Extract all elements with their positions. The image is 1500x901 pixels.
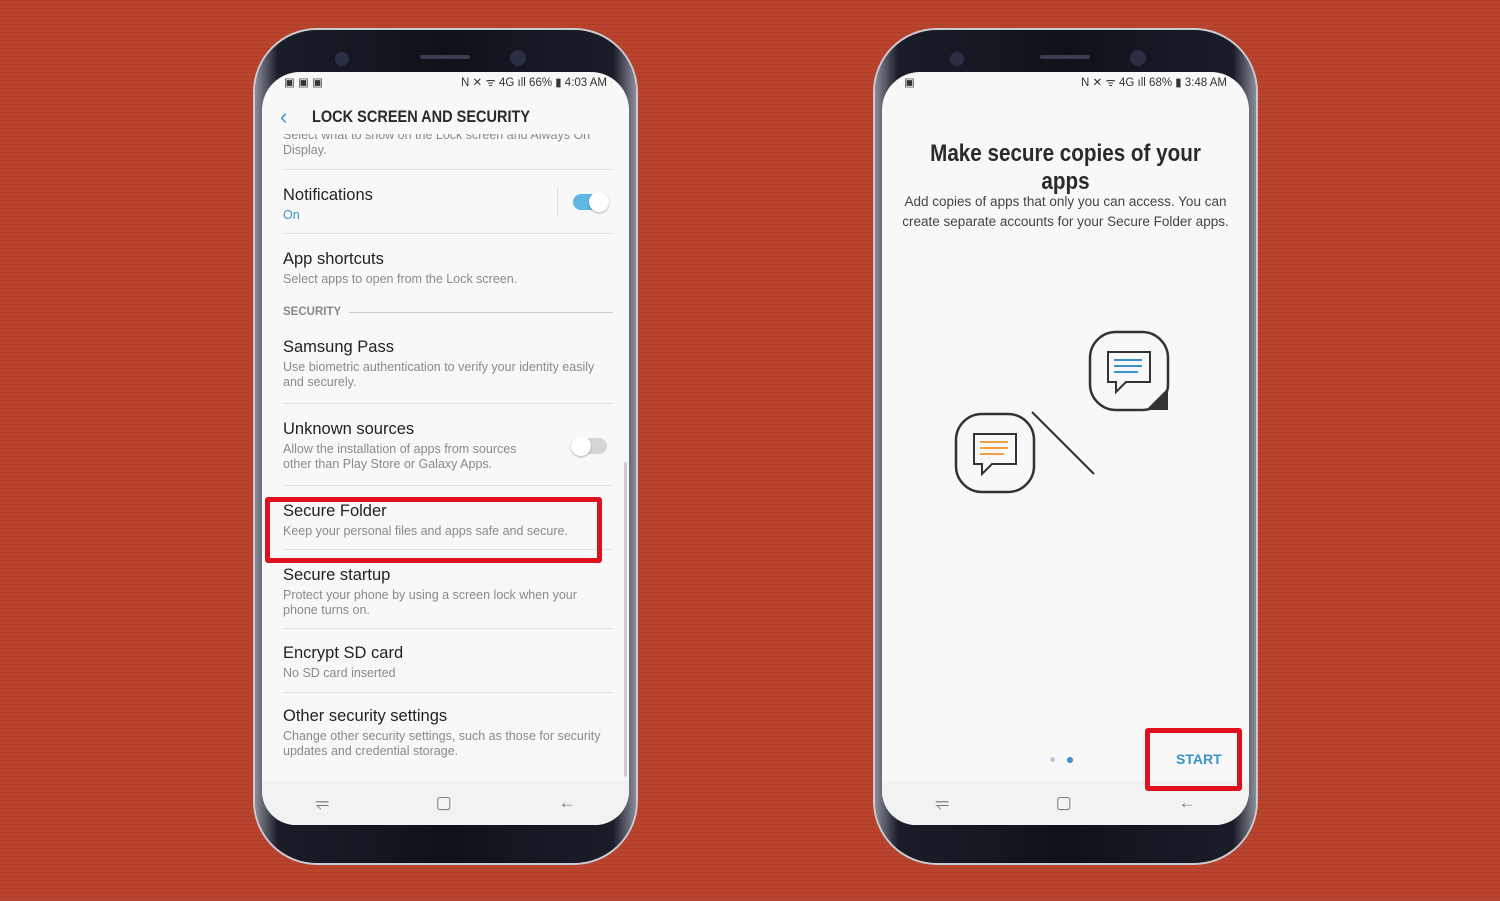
signal-icons: N ✕ ᯤ 4G ıll [460, 76, 530, 89]
left-phone: ▣ ▣ ▣ N ✕ ᯤ 4G ıll 66% ▮ 4:03 AM ‹ LOCK … [255, 30, 636, 863]
back-icon[interactable]: ← [559, 793, 576, 813]
battery-level: 68% [1149, 76, 1173, 89]
home-icon[interactable]: ▢ [436, 793, 452, 813]
item-subtitle: No SD card inserted [283, 666, 396, 680]
app-shortcuts-item[interactable]: App shortcuts Select apps to open from t… [283, 234, 613, 300]
page-title: LOCK SCREEN AND SECURITY [312, 107, 531, 126]
unknown-sources-toggle[interactable] [571, 436, 607, 456]
recents-icon[interactable]: ⥫ [935, 793, 949, 813]
samsung-pass-item[interactable]: Samsung Pass Use biometric authenticatio… [283, 324, 613, 404]
item-title: Other security settings [283, 707, 448, 725]
secure-folder-intro-screen: ▣ N ✕ ᯤ 4G ıll 68% ▮ 3:48 AM Make secure… [882, 72, 1249, 825]
page-indicator [1050, 757, 1073, 763]
item-subtitle: On [283, 208, 300, 222]
item-title: Samsung Pass [283, 338, 394, 356]
status-bar: ▣ N ✕ ᯤ 4G ıll 68% ▮ 3:48 AM [904, 76, 1227, 90]
nav-bar: ⥫ ▢ ← [262, 781, 629, 825]
home-icon[interactable]: ▢ [1056, 793, 1072, 813]
item-title: Encrypt SD card [283, 644, 404, 662]
status-bar: ▣ ▣ ▣ N ✕ ᯤ 4G ıll 66% ▮ 4:03 AM [284, 76, 607, 90]
clock: 3:48 AM [1184, 76, 1227, 89]
back-arrow-icon[interactable]: ‹ [280, 104, 312, 130]
other-security-item[interactable]: Other security settings Change other sec… [283, 693, 613, 773]
item-title: Notifications [283, 186, 373, 204]
highlight-box [1145, 728, 1242, 791]
item-subtitle: Change other security settings, such as … [283, 729, 601, 758]
unknown-sources-item[interactable]: Unknown sources Allow the installation o… [283, 404, 613, 486]
item-title: App shortcuts [283, 250, 384, 268]
item-subtitle: Select apps to open from the Lock screen… [283, 272, 518, 286]
recents-icon[interactable]: ⥫ [315, 793, 329, 813]
settings-screen: ▣ ▣ ▣ N ✕ ᯤ 4G ıll 66% ▮ 4:03 AM ‹ LOCK … [262, 72, 629, 825]
notifications-toggle[interactable] [573, 192, 609, 212]
right-phone: ▣ N ✕ ᯤ 4G ıll 68% ▮ 3:48 AM Make secure… [875, 30, 1256, 863]
back-icon[interactable]: ← [1179, 793, 1196, 813]
item-title: Unknown sources [283, 420, 415, 438]
notification-icons: ▣ [904, 77, 915, 89]
item-subtitle: Select what to show on the Lock screen a… [283, 134, 591, 157]
notification-icons: ▣ ▣ ▣ [284, 77, 323, 89]
item-subtitle: Use biometric authentication to verify y… [283, 360, 595, 389]
scrollbar[interactable] [624, 462, 627, 777]
clock: 4:03 AM [564, 76, 607, 89]
encrypt-sd-item[interactable]: Encrypt SD card No SD card inserted [283, 629, 613, 693]
page-dot [1050, 757, 1055, 762]
item-subtitle: Protect your phone by using a screen loc… [283, 588, 577, 617]
list-item[interactable]: Select what to show on the Lock screen a… [283, 134, 613, 170]
highlight-box [265, 497, 602, 563]
notifications-item[interactable]: Notifications On [283, 170, 613, 234]
section-header: SECURITY [283, 300, 613, 324]
intro-title: Make secure copies of your apps [930, 140, 1201, 195]
intro-description: Add copies of apps that only you can acc… [902, 194, 1229, 229]
item-title: Secure startup [283, 566, 391, 584]
page-dot-active [1067, 757, 1073, 763]
battery-level: 66% [529, 76, 553, 89]
secure-chat-illustration [954, 330, 1170, 494]
item-subtitle: Allow the installation of apps from sour… [283, 442, 517, 471]
signal-icons: N ✕ ᯤ 4G ıll [1080, 76, 1150, 89]
